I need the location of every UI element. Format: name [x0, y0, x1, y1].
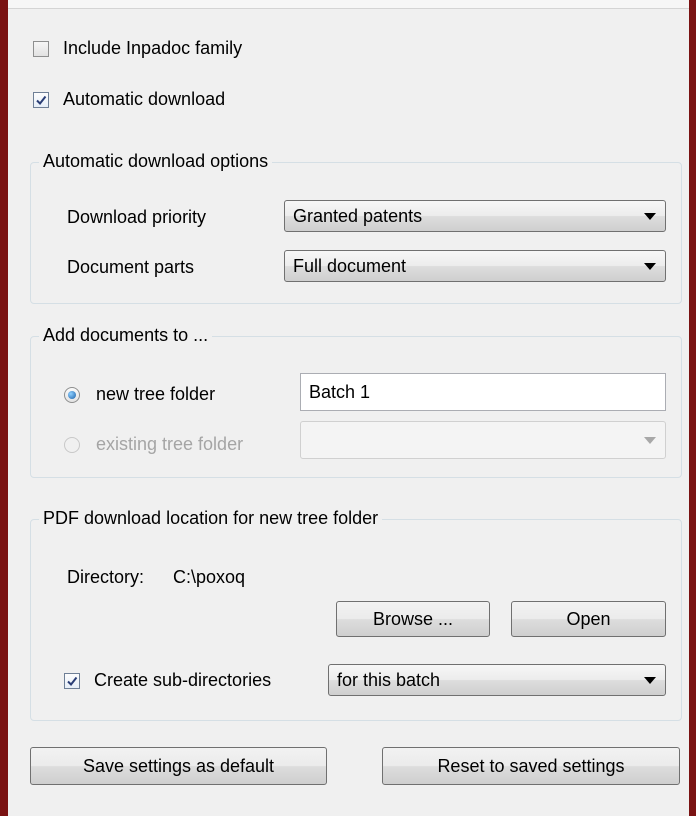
document-parts-label: Document parts	[67, 257, 195, 277]
save-settings-default-label: Save settings as default	[82, 755, 275, 776]
new-tree-folder-option[interactable]: new tree folder	[64, 384, 215, 405]
checkmark-icon	[36, 95, 47, 105]
checkmark-icon	[67, 676, 78, 686]
create-subdirectories-checkbox[interactable]	[64, 672, 80, 689]
chevron-down-icon	[644, 677, 656, 684]
open-button-label: Open	[566, 608, 611, 629]
new-tree-folder-label: new tree folder	[96, 384, 216, 404]
existing-tree-folder-label: existing tree folder	[96, 434, 244, 454]
automatic-download-checkbox[interactable]	[33, 91, 49, 108]
chevron-down-icon	[644, 263, 656, 270]
directory-value: C:\poxoq	[173, 567, 246, 587]
new-tree-folder-value: Batch 1	[309, 381, 371, 402]
browse-button-label: Browse ...	[372, 608, 454, 629]
auto-download-options-group: Automatic download options	[30, 151, 682, 304]
include-inpadoc-row[interactable]: Include Inpadoc family	[33, 38, 242, 59]
add-documents-legend: Add documents to ...	[39, 325, 213, 346]
subdirectories-value: for this batch	[337, 669, 441, 690]
include-inpadoc-checkbox[interactable]	[33, 40, 49, 57]
existing-tree-folder-dropdown[interactable]	[300, 421, 666, 459]
create-subdirectories-row[interactable]: Create sub-directories	[64, 670, 271, 691]
pdf-location-legend: PDF download location for new tree folde…	[39, 508, 383, 529]
new-tree-folder-input[interactable]: Batch 1	[300, 373, 666, 411]
auto-download-options-legend: Automatic download options	[39, 151, 273, 172]
directory-label: Directory:	[67, 567, 145, 587]
open-button[interactable]: Open	[511, 601, 666, 637]
top-strip	[8, 0, 689, 9]
download-priority-value: Granted patents	[293, 205, 423, 226]
reset-saved-settings-button[interactable]: Reset to saved settings	[382, 747, 680, 785]
include-inpadoc-label: Include Inpadoc family	[63, 38, 243, 58]
document-parts-dropdown[interactable]: Full document	[284, 250, 666, 282]
chevron-down-icon	[644, 213, 656, 220]
create-subdirectories-label: Create sub-directories	[94, 670, 272, 690]
save-settings-default-button[interactable]: Save settings as default	[30, 747, 327, 785]
chevron-down-icon	[644, 437, 656, 444]
browse-button[interactable]: Browse ...	[336, 601, 490, 637]
existing-tree-folder-radio[interactable]	[64, 436, 80, 453]
download-priority-label: Download priority	[67, 207, 207, 227]
window-right-border	[689, 0, 696, 816]
document-parts-value: Full document	[293, 255, 407, 276]
subdirectories-dropdown[interactable]: for this batch	[328, 664, 666, 696]
download-priority-dropdown[interactable]: Granted patents	[284, 200, 666, 232]
reset-saved-settings-label: Reset to saved settings	[437, 755, 625, 776]
existing-tree-folder-option[interactable]: existing tree folder	[64, 434, 243, 455]
window-left-border	[0, 0, 8, 816]
new-tree-folder-radio[interactable]	[64, 386, 80, 403]
automatic-download-label: Automatic download	[63, 89, 226, 109]
automatic-download-row[interactable]: Automatic download	[33, 89, 225, 110]
